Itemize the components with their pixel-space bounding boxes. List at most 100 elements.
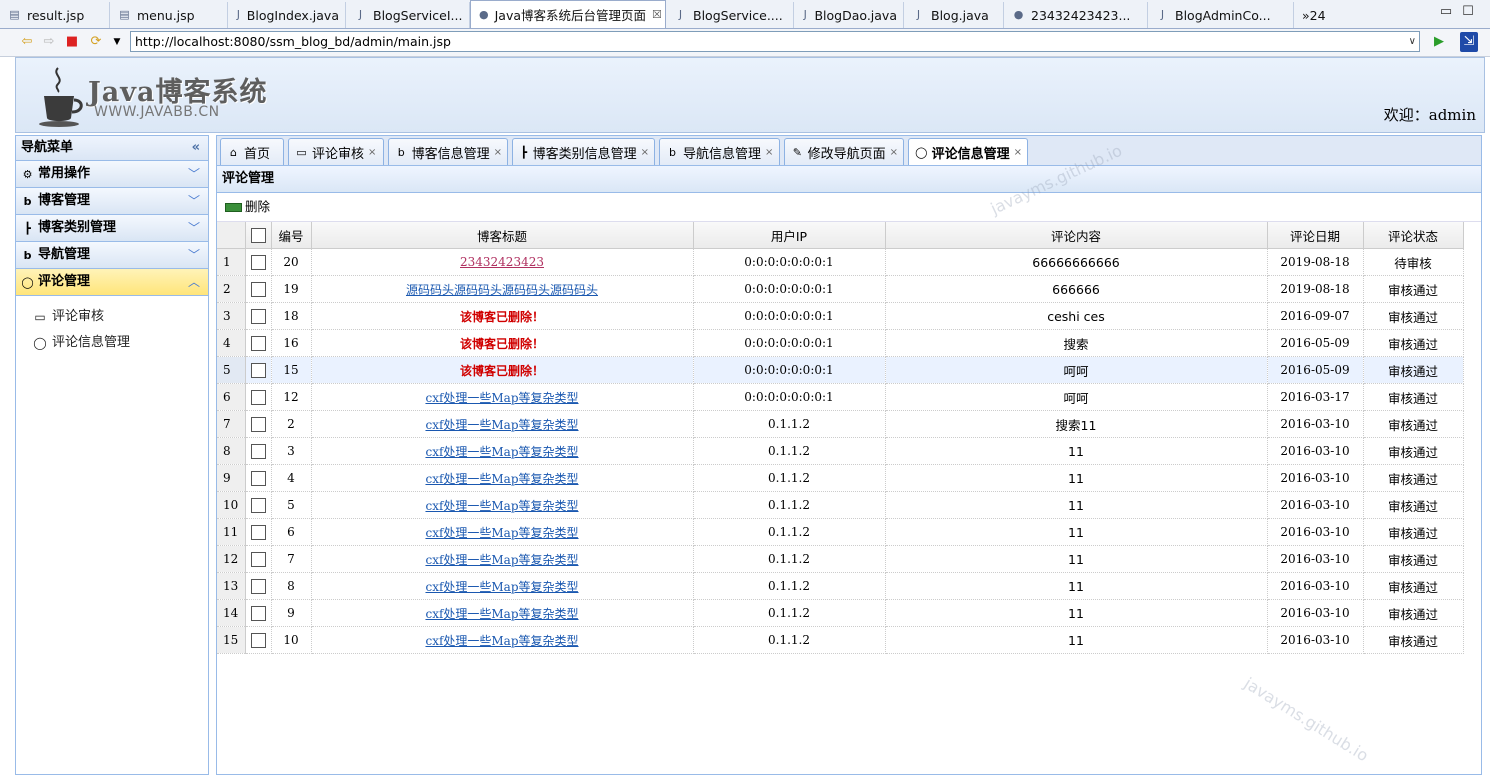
overflow-tabs-button[interactable]: »24 [1294, 2, 1332, 28]
table-row[interactable]: 7 2 cxf处理一些Map等复杂类型 0.1.1.2 搜索11 2016-03-10 审核… [217, 410, 1464, 438]
blog-title-link[interactable]: 23432423423 [460, 255, 544, 269]
table-row[interactable]: 10 5 cxf处理一些Map等复杂类型 0.1.1.2 11 2016-03-10 审核通… [217, 491, 1464, 519]
maximize-icon[interactable]: ☐ [1458, 2, 1478, 22]
table-row[interactable]: 6 12 cxf处理一些Map等复杂类型 0:0:0:0:0:0:0:1 呵呵 2016-… [217, 383, 1464, 411]
close-icon[interactable]: × [1014, 147, 1022, 158]
blog-title-link[interactable]: cxf处理一些Map等复杂类型 [425, 580, 578, 594]
close-icon[interactable]: × [890, 147, 898, 158]
table-row[interactable]: 14 9 cxf处理一些Map等复杂类型 0.1.1.2 11 2016-03-10 审核通… [217, 599, 1464, 627]
url-dropdown-icon[interactable]: ∨ [1409, 32, 1416, 51]
column-header[interactable]: 评论状态 [1363, 222, 1464, 249]
main-tab[interactable]: ⌂ 首页 [220, 138, 284, 165]
close-icon[interactable]: ☒ [652, 8, 662, 21]
table-row[interactable]: 15 10 cxf处理一些Map等复杂类型 0.1.1.2 11 2016-03-10 审核… [217, 626, 1464, 654]
history-dropdown-icon[interactable]: ▼ [108, 32, 126, 52]
main-tab[interactable]: b 导航信息管理 × [659, 138, 780, 165]
row-checkbox[interactable] [250, 308, 266, 324]
nav-section[interactable]: ⚙ 常用操作 ﹀ [16, 161, 208, 188]
open-external-icon[interactable]: ⇲ [1460, 32, 1478, 52]
editor-tab[interactable]: ▤ result.jsp [0, 2, 110, 28]
back-icon[interactable]: ⇦ [18, 32, 36, 52]
close-icon[interactable]: × [368, 147, 376, 158]
chevron-up-icon[interactable]: ︿ [188, 269, 200, 295]
collapse-left-icon[interactable]: « [192, 136, 200, 160]
row-checkbox[interactable] [250, 578, 266, 594]
blog-title-link[interactable]: 源码码头源码码头源码码头源码码头 [406, 283, 598, 297]
refresh-icon[interactable]: ⟳ [87, 32, 105, 52]
editor-tab[interactable]: J BlogIndex.java [228, 2, 346, 28]
chevron-down-icon[interactable]: ﹀ [188, 215, 200, 241]
row-checkbox[interactable] [250, 524, 266, 540]
chevron-down-icon[interactable]: ﹀ [188, 242, 200, 268]
main-tab[interactable]: ✎ 修改导航页面 × [784, 138, 904, 165]
editor-tab[interactable]: J BlogService.... [666, 2, 794, 28]
editor-tab[interactable]: J BlogAdminCo... [1148, 2, 1294, 28]
blog-title-link[interactable]: cxf处理一些Map等复杂类型 [425, 499, 578, 513]
row-checkbox[interactable] [250, 632, 266, 648]
close-icon[interactable]: × [494, 147, 502, 158]
chevron-down-icon[interactable]: ﹀ [188, 161, 200, 187]
column-header[interactable]: 评论日期 [1267, 222, 1364, 249]
table-row[interactable]: 8 3 cxf处理一些Map等复杂类型 0.1.1.2 11 2016-03-10 审核通过 [217, 437, 1464, 465]
blog-title-link[interactable]: cxf处理一些Map等复杂类型 [425, 391, 578, 405]
delete-button[interactable]: 删除 [225, 193, 270, 221]
table-row[interactable]: 3 18 该博客已删除！ 0:0:0:0:0:0:0:1 ceshi ces 2016-0… [217, 302, 1464, 330]
column-header[interactable]: 博客标题 [311, 222, 694, 249]
url-input[interactable]: http://localhost:8080/ssm_blog_bd/admin/… [130, 31, 1420, 52]
nav-section[interactable]: ┣ 博客类别管理 ﹀ [16, 215, 208, 242]
nav-section[interactable]: ◯ 评论管理 ︿ [16, 269, 208, 296]
row-checkbox[interactable] [250, 443, 266, 459]
blog-title-link[interactable]: cxf处理一些Map等复杂类型 [425, 634, 578, 648]
table-row[interactable]: 9 4 cxf处理一些Map等复杂类型 0.1.1.2 11 2016-03-10 审核通过 [217, 464, 1464, 492]
close-icon[interactable]: × [765, 147, 773, 158]
row-checkbox[interactable] [250, 551, 266, 567]
row-checkbox[interactable] [250, 254, 266, 270]
table-row[interactable]: 13 8 cxf处理一些Map等复杂类型 0.1.1.2 11 2016-03-10 审核通… [217, 572, 1464, 600]
nav-section[interactable]: b 博客管理 ﹀ [16, 188, 208, 215]
editor-tab[interactable]: ● Java博客系统后台管理页面 ☒ [470, 0, 666, 28]
row-checkbox[interactable] [250, 335, 266, 351]
forward-icon[interactable]: ⇨ [40, 32, 58, 52]
table-row[interactable]: 1 20 23432423423 0:0:0:0:0:0:0:1 66666666666… [217, 248, 1464, 276]
main-tab[interactable]: b 博客信息管理 × [388, 138, 508, 165]
table-row[interactable]: 11 6 cxf处理一些Map等复杂类型 0.1.1.2 11 2016-03-10 审核通… [217, 518, 1464, 546]
editor-tab[interactable]: ● 23432423423... [1004, 2, 1148, 28]
nav-sub-item[interactable]: ◯ 评论信息管理 [16, 330, 208, 356]
column-header[interactable]: 编号 [271, 222, 312, 249]
main-tab[interactable]: ◯ 评论信息管理 × [908, 138, 1028, 166]
editor-tab[interactable]: J Blog.java [904, 2, 1004, 28]
table-row[interactable]: 5 15 该博客已删除！ 0:0:0:0:0:0:0:1 呵呵 2016-05-09 审核通… [217, 356, 1464, 384]
blog-title-link[interactable]: cxf处理一些Map等复杂类型 [425, 418, 578, 432]
close-icon[interactable]: × [641, 147, 649, 158]
stop-icon[interactable]: ■ [63, 32, 81, 52]
blog-title-link[interactable]: cxf处理一些Map等复杂类型 [425, 472, 578, 486]
go-icon[interactable]: ▶ [1430, 32, 1448, 52]
row-checkbox[interactable] [250, 389, 266, 405]
blog-title-link[interactable]: cxf处理一些Map等复杂类型 [425, 553, 578, 567]
blog-title-link[interactable]: cxf处理一些Map等复杂类型 [425, 607, 578, 621]
nav-section[interactable]: b 导航管理 ﹀ [16, 242, 208, 269]
select-all-checkbox[interactable] [250, 228, 266, 243]
editor-tab[interactable]: J BlogDao.java [794, 2, 904, 28]
row-checkbox[interactable] [250, 470, 266, 486]
main-tab[interactable]: ┣ 博客类别信息管理 × [512, 138, 655, 165]
table-row[interactable]: 12 7 cxf处理一些Map等复杂类型 0.1.1.2 11 2016-03-10 审核通… [217, 545, 1464, 573]
table-row[interactable]: 4 16 该博客已删除！ 0:0:0:0:0:0:0:1 搜索 2016-05-09 审核通… [217, 329, 1464, 357]
row-checkbox[interactable] [250, 362, 266, 378]
table-row[interactable]: 2 19 源码码头源码码头源码码头源码码头 0:0:0:0:0:0:0:1 666666… [217, 275, 1464, 303]
editor-tab[interactable]: ▤ menu.jsp [110, 2, 228, 28]
nav-sub-item[interactable]: ▭ 评论审核 [16, 304, 208, 330]
row-checkbox[interactable] [250, 416, 266, 432]
row-checkbox[interactable] [250, 497, 266, 513]
column-header[interactable]: 用户IP [693, 222, 886, 249]
blog-title-link[interactable]: cxf处理一些Map等复杂类型 [425, 526, 578, 540]
column-header[interactable]: 评论内容 [885, 222, 1268, 249]
row-checkbox[interactable] [250, 281, 266, 297]
minimize-icon[interactable]: ▭ [1436, 2, 1456, 22]
main-tab[interactable]: ▭ 评论审核 × [288, 138, 384, 165]
editor-tab[interactable]: J BlogServiceI... [346, 2, 470, 28]
row-checkbox[interactable] [250, 605, 266, 621]
blog-title-link[interactable]: cxf处理一些Map等复杂类型 [425, 445, 578, 459]
chevron-down-icon[interactable]: ﹀ [188, 188, 200, 214]
nav-section-label: 常用操作 [38, 166, 91, 181]
